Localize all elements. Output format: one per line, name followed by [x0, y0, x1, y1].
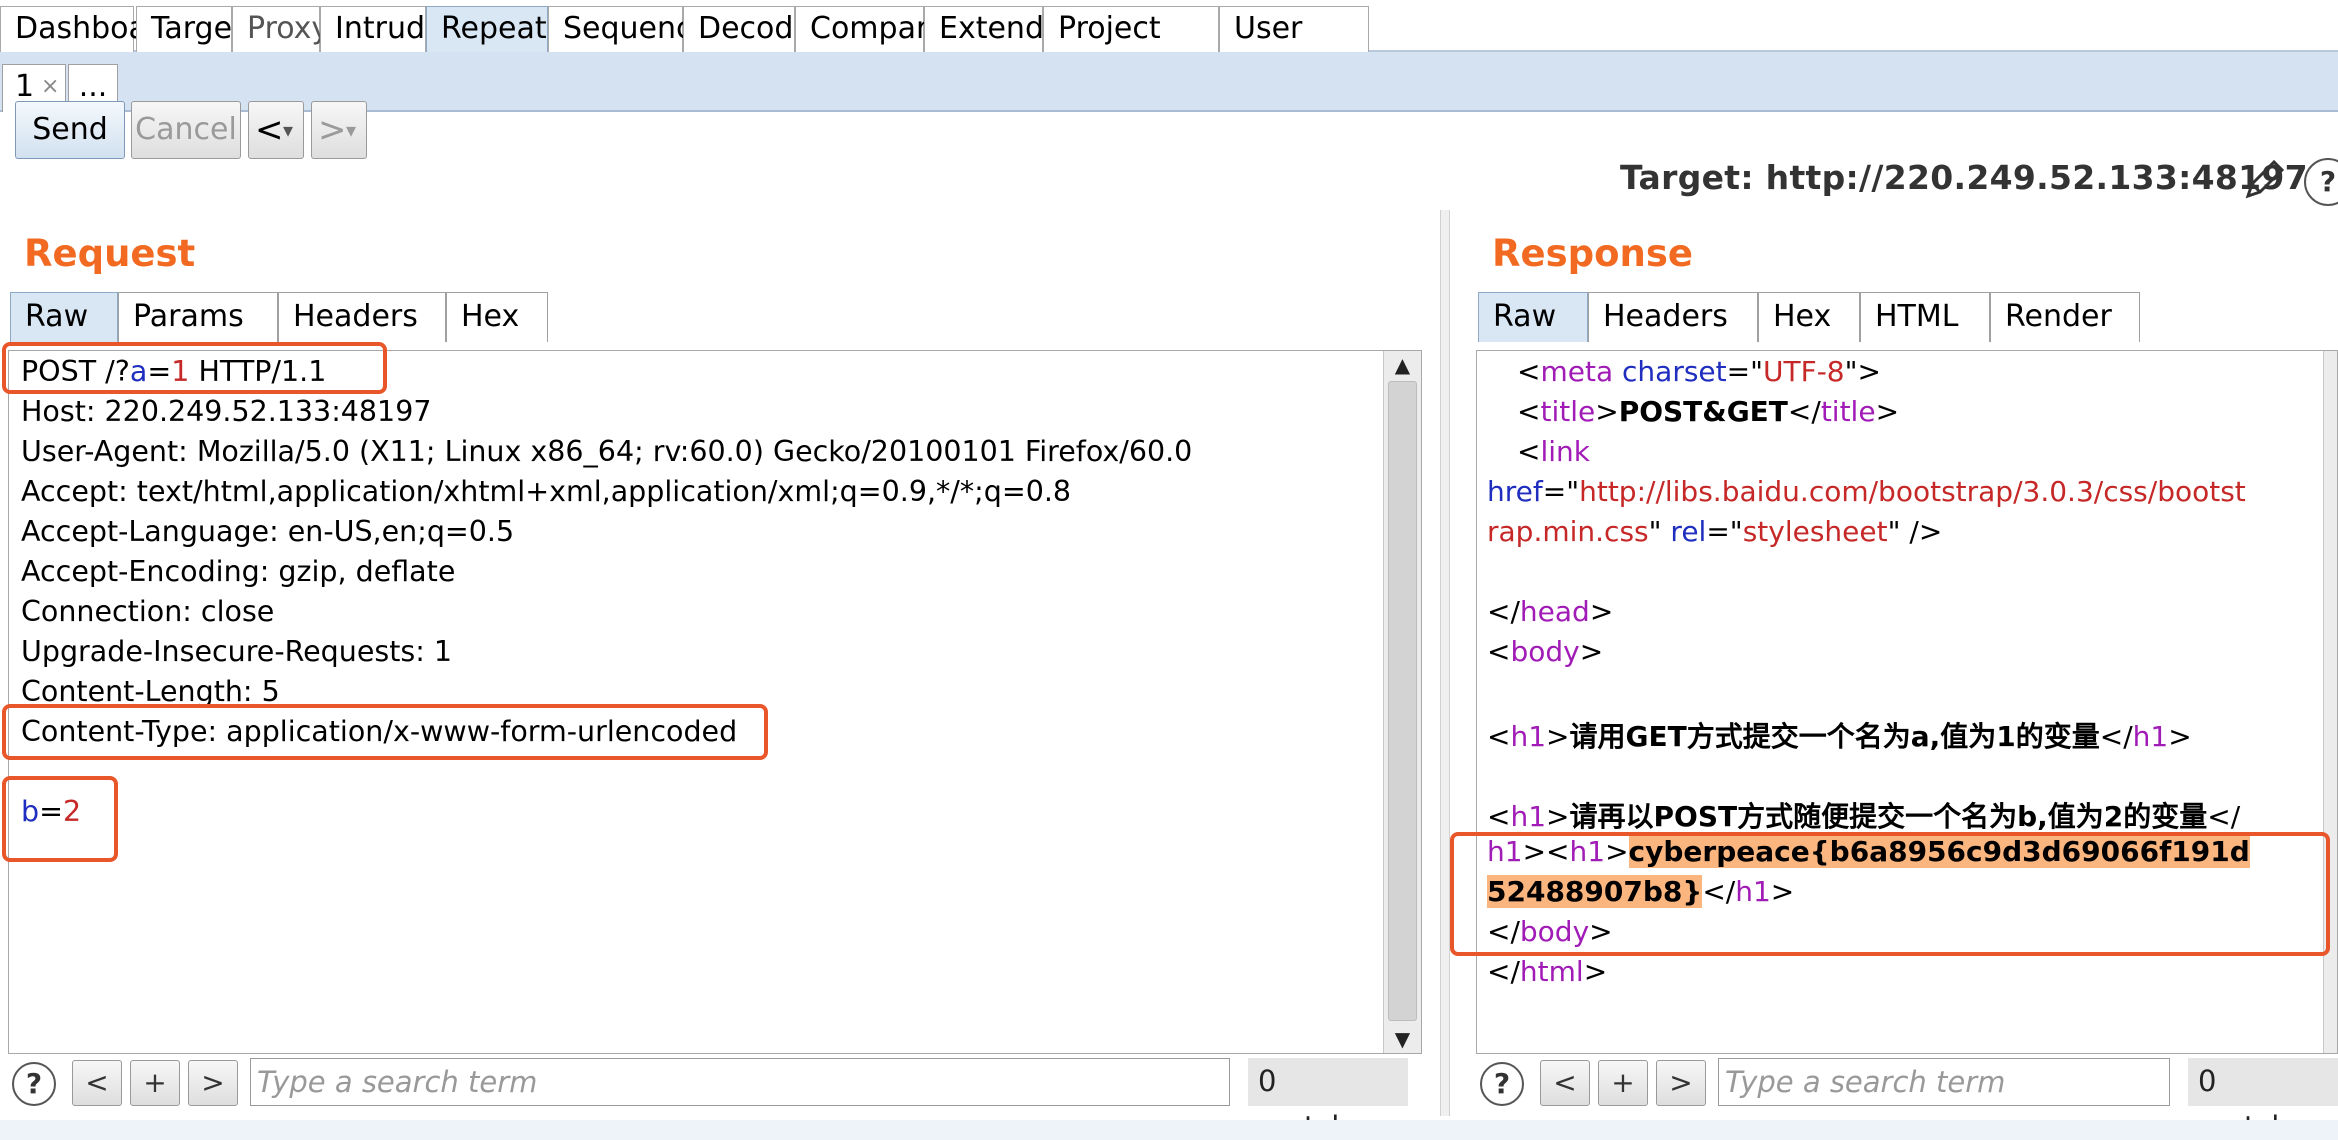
highlight-box-query: [2, 342, 387, 394]
response-tab-html[interactable]: HTML: [1860, 292, 1990, 342]
response-search-input[interactable]: Type a search term: [1718, 1058, 2170, 1106]
main-tab-bar: Dashboard Target Proxy Intruder Repeater…: [0, 0, 2338, 90]
search-add-button[interactable]: +: [130, 1060, 180, 1106]
highlight-box-flag: [1450, 832, 2330, 956]
code-link-rel: rap.min.css" rel="stylesheet" />: [1487, 515, 1943, 548]
search-prev-button[interactable]: <: [1540, 1060, 1590, 1106]
header-accept-encoding: Accept-Encoding: gzip, deflate: [21, 555, 456, 588]
request-scrollbar[interactable]: ▲ ▼: [1383, 351, 1421, 1053]
code-body-open: <body>: [1487, 635, 1604, 668]
request-tab-params[interactable]: Params: [118, 292, 278, 342]
scroll-thumb[interactable]: [1388, 381, 1417, 1021]
tab-extender[interactable]: Extender: [924, 6, 1075, 52]
tab-dashboard[interactable]: Dashboard: [0, 6, 178, 52]
request-title: Request: [24, 232, 196, 275]
code-h1-post: <h1>请再以POST方式随便提交一个名为b,值为2的变量</: [1487, 800, 2241, 833]
chevron-down-icon[interactable]: ▾: [346, 102, 356, 158]
code-title: <title>POST&GET</title>: [1517, 395, 1900, 428]
response-tab-raw[interactable]: Raw: [1478, 292, 1588, 342]
code-link: <link: [1517, 435, 1590, 468]
code-h1-get: <h1>请用GET方式提交一个名为a,值为1的变量</h1>: [1487, 720, 2192, 753]
chevron-left-icon: <: [255, 110, 284, 150]
tab-sequencer[interactable]: Sequencer: [548, 6, 723, 52]
tab-project-options[interactable]: Project options: [1043, 6, 1219, 90]
highlight-box-body: [2, 776, 118, 862]
code-link-href: href="http://libs.baidu.com/bootstrap/3.…: [1487, 475, 2246, 508]
search-prev-button[interactable]: <: [72, 1060, 122, 1106]
response-tab-hex[interactable]: Hex: [1758, 292, 1860, 342]
scroll-down-icon[interactable]: ▼: [1384, 1025, 1421, 1053]
header-accept: Accept: text/html,application/xhtml+xml,…: [21, 475, 1072, 508]
back-button[interactable]: < ▾: [248, 101, 304, 159]
help-icon[interactable]: ?: [2304, 158, 2338, 206]
request-tab-raw[interactable]: Raw: [10, 292, 118, 342]
send-button[interactable]: Send: [15, 101, 125, 159]
tab-comparer[interactable]: Comparer: [795, 6, 958, 52]
help-icon[interactable]: ?: [1480, 1062, 1524, 1106]
split-divider[interactable]: [1440, 210, 1450, 1116]
tab-target[interactable]: Target: [136, 6, 244, 52]
chevron-down-icon[interactable]: ▾: [283, 102, 293, 158]
response-match-count: 0 matches: [2188, 1058, 2338, 1140]
search-add-button[interactable]: +: [1598, 1060, 1648, 1106]
highlight-box-content-type: [2, 704, 768, 760]
response-tab-render[interactable]: Render: [1990, 292, 2140, 342]
help-icon[interactable]: ?: [12, 1062, 56, 1106]
tab-proxy[interactable]: Proxy: [232, 6, 329, 52]
search-next-button[interactable]: >: [188, 1060, 238, 1106]
request-tab-headers[interactable]: Headers: [278, 292, 446, 342]
header-connection: Connection: close: [21, 595, 275, 628]
header-upgrade-insecure: Upgrade-Insecure-Requests: 1: [21, 635, 453, 668]
header-accept-language: Accept-Language: en-US,en;q=0.5: [21, 515, 515, 548]
code-html-close: </html>: [1487, 955, 1608, 988]
response-tab-headers[interactable]: Headers: [1588, 292, 1758, 342]
request-match-count: 0 matches: [1248, 1058, 1408, 1140]
request-editor[interactable]: POST /?a=1 HTTP/1.1 Host: 220.249.52.133…: [8, 350, 1422, 1054]
response-title: Response: [1492, 232, 1693, 275]
tab-decoder[interactable]: Decoder: [683, 6, 824, 52]
tab-intruder[interactable]: Intruder: [320, 6, 456, 52]
search-next-button[interactable]: >: [1656, 1060, 1706, 1106]
header-host: Host: 220.249.52.133:48197: [21, 395, 432, 428]
forward-button[interactable]: > ▾: [311, 101, 367, 159]
chevron-right-icon: >: [318, 110, 347, 150]
request-search-input[interactable]: Type a search term: [250, 1058, 1230, 1106]
header-user-agent: User-Agent: Mozilla/5.0 (X11; Linux x86_…: [21, 435, 1193, 468]
cancel-button[interactable]: Cancel: [131, 101, 241, 159]
code-head-close: </head>: [1487, 595, 1614, 628]
tab-repeater[interactable]: Repeater: [426, 6, 577, 52]
code-meta: <meta charset="UTF-8">: [1517, 355, 1881, 388]
pencil-icon[interactable]: [2240, 156, 2288, 204]
scroll-up-icon[interactable]: ▲: [1384, 351, 1421, 379]
request-tab-hex[interactable]: Hex: [446, 292, 548, 342]
tab-user-options[interactable]: User options: [1219, 6, 1369, 90]
target-label: Target: http://220.249.52.133:48197: [1620, 158, 2308, 197]
status-bar: [0, 1120, 2338, 1140]
